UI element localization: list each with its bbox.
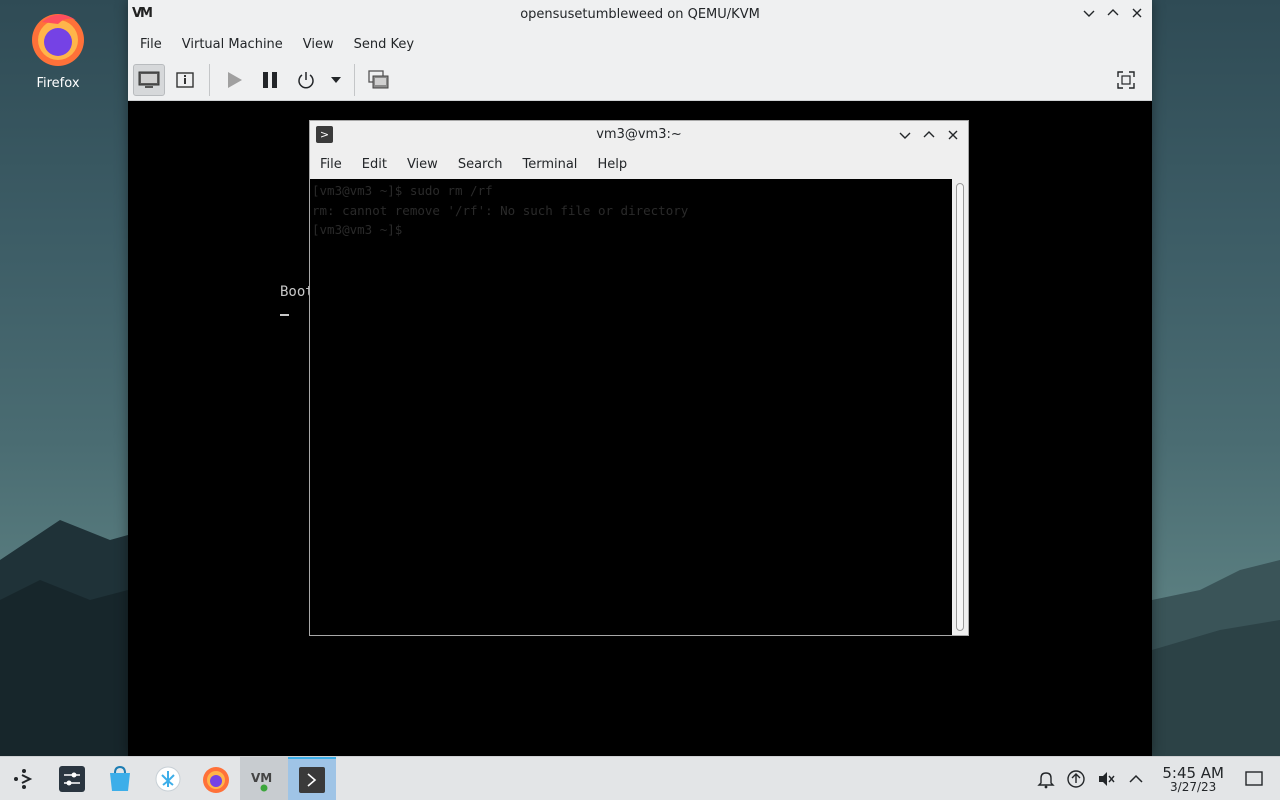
snapshots-icon bbox=[368, 70, 389, 89]
taskbar-firefox[interactable] bbox=[192, 757, 240, 800]
close-icon bbox=[948, 130, 958, 140]
toolbar-separator bbox=[354, 64, 355, 96]
close-button[interactable] bbox=[1128, 4, 1146, 22]
volume-button[interactable] bbox=[1092, 765, 1120, 793]
taskbar-virt-manager[interactable]: VM bbox=[240, 756, 288, 800]
menu-virtual-machine[interactable]: Virtual Machine bbox=[174, 33, 291, 56]
virt-manager-icon: VM bbox=[251, 771, 272, 791]
pause-icon bbox=[263, 72, 277, 88]
minimize-button[interactable] bbox=[1080, 4, 1098, 22]
notifications-button[interactable] bbox=[1032, 765, 1060, 793]
terminal-output[interactable]: [vm3@vm3 ~]$ sudo rm /rf rm: cannot remo… bbox=[310, 179, 952, 635]
notification-icon bbox=[1037, 772, 1056, 789]
menu-file[interactable]: File bbox=[132, 33, 170, 56]
menu-view[interactable]: View bbox=[295, 33, 342, 56]
vm-window-title: opensusetumbleweed on QEMU/KVM bbox=[520, 7, 760, 22]
shutdown-dropdown[interactable] bbox=[326, 64, 346, 96]
taskbar-discover[interactable] bbox=[96, 757, 144, 800]
show-desktop-button[interactable] bbox=[1240, 765, 1268, 793]
terminal-menu-search[interactable]: Search bbox=[450, 153, 511, 176]
vm-menubar: File Virtual Machine View Send Key bbox=[128, 28, 1152, 60]
taskbar-kde-connect[interactable] bbox=[144, 757, 192, 800]
terminal-line: [vm3@vm3 ~]$ bbox=[312, 222, 410, 237]
terminal-window: > vm3@vm3:~ File Edit View Search Termin… bbox=[309, 120, 969, 636]
console-cursor bbox=[280, 314, 289, 316]
minimize-icon bbox=[1083, 10, 1095, 17]
terminal-titlebar[interactable]: > vm3@vm3:~ bbox=[310, 121, 968, 149]
terminal-scrollbar[interactable] bbox=[952, 179, 968, 635]
details-button[interactable] bbox=[169, 64, 201, 96]
terminal-maximize-button[interactable] bbox=[920, 126, 938, 144]
update-icon bbox=[1067, 770, 1086, 788]
taskbar-terminal[interactable] bbox=[288, 756, 336, 800]
vm-titlebar[interactable]: VM opensusetumbleweed on QEMU/KVM bbox=[128, 0, 1152, 28]
firefox-icon bbox=[32, 14, 84, 66]
fullscreen-button[interactable] bbox=[1110, 64, 1142, 96]
settings-icon bbox=[59, 765, 85, 792]
console-button[interactable] bbox=[133, 64, 165, 96]
terminal-menu-terminal[interactable]: Terminal bbox=[514, 153, 585, 176]
firefox-icon bbox=[203, 766, 229, 793]
terminal-menu-edit[interactable]: Edit bbox=[354, 153, 395, 176]
show-desktop-icon bbox=[1245, 771, 1263, 786]
clock-date: 3/27/23 bbox=[1170, 780, 1217, 794]
vm-toolbar bbox=[128, 60, 1152, 101]
maximize-button[interactable] bbox=[1104, 4, 1122, 22]
desktop-icon-label: Firefox bbox=[36, 76, 80, 91]
terminal-menu-view[interactable]: View bbox=[399, 153, 446, 176]
terminal-menu-file[interactable]: File bbox=[312, 153, 350, 176]
terminal-icon bbox=[299, 766, 325, 793]
clock[interactable]: 5:45 AM 3/27/23 bbox=[1162, 764, 1224, 794]
dropdown-icon bbox=[331, 77, 341, 83]
application-launcher[interactable] bbox=[0, 757, 48, 800]
svg-text:VM: VM bbox=[251, 771, 272, 785]
console-icon bbox=[138, 71, 160, 88]
terminal-line: [vm3@vm3 ~]$ sudo rm /rf bbox=[312, 183, 493, 198]
taskbar-settings[interactable] bbox=[48, 757, 96, 800]
discover-store-icon bbox=[110, 765, 130, 791]
terminal-minimize-button[interactable] bbox=[896, 126, 914, 144]
expand-tray-icon bbox=[1129, 774, 1143, 783]
shutdown-button[interactable] bbox=[290, 64, 322, 96]
scrollbar-thumb[interactable] bbox=[956, 183, 964, 631]
toolbar-separator bbox=[209, 64, 210, 96]
fullscreen-icon bbox=[1117, 71, 1135, 89]
minimize-icon bbox=[899, 132, 911, 139]
pause-button[interactable] bbox=[254, 64, 286, 96]
volume-muted-icon bbox=[1099, 772, 1115, 786]
system-tray: 5:45 AM 3/27/23 bbox=[1032, 757, 1280, 800]
terminal-title: vm3@vm3:~ bbox=[596, 127, 682, 142]
maximize-icon bbox=[923, 131, 935, 138]
details-icon bbox=[176, 72, 194, 88]
close-icon bbox=[1132, 8, 1142, 18]
expand-tray-button[interactable] bbox=[1122, 765, 1150, 793]
snapshots-button[interactable] bbox=[363, 64, 395, 96]
taskbar: VM 5:45 AM 3/27/23 bbox=[0, 756, 1280, 800]
shutdown-icon bbox=[298, 72, 314, 89]
terminal-menu-help[interactable]: Help bbox=[589, 153, 635, 176]
menu-send-key[interactable]: Send Key bbox=[346, 33, 422, 56]
updates-button[interactable] bbox=[1062, 765, 1090, 793]
terminal-close-button[interactable] bbox=[944, 126, 962, 144]
desktop-icon-firefox[interactable]: Firefox bbox=[18, 8, 98, 91]
maximize-icon bbox=[1107, 9, 1119, 16]
terminal-menubar: File Edit View Search Terminal Help bbox=[310, 149, 968, 179]
run-button[interactable] bbox=[218, 64, 250, 96]
launcher-icon bbox=[14, 768, 33, 789]
terminal-line: rm: cannot remove '/rf': No such file or… bbox=[312, 202, 689, 218]
kde-connect-icon bbox=[155, 766, 181, 791]
run-icon bbox=[228, 72, 242, 88]
